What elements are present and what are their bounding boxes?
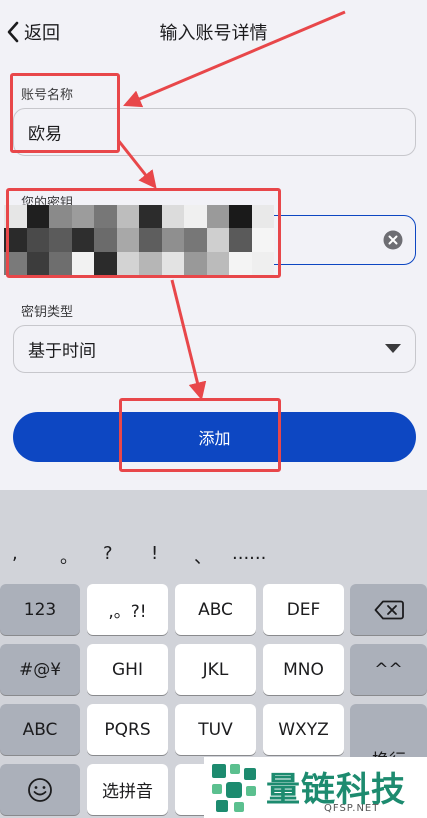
account-name-label: 账号名称 [21,88,74,103]
mosaic-tile [161,251,184,275]
watermark-site: QFSP.NET [324,803,380,814]
account-name-field[interactable]: 欧易 [13,108,416,156]
mosaic-tile [139,228,162,252]
mosaic-tile [26,205,49,229]
candidate-5[interactable]: ...... [232,543,266,564]
mosaic-tile [49,228,72,252]
mosaic-tile [229,228,252,252]
key-punct[interactable]: ,。?! [87,584,168,635]
candidate-2[interactable]: ? [103,543,113,564]
key-123[interactable]: 123 [0,584,80,635]
mosaic-tile [4,228,27,252]
clear-icon[interactable] [383,230,403,250]
key-mno[interactable]: MNO [263,644,344,695]
key-type-value: 基于时间 [28,341,96,362]
mosaic-tile [251,205,274,229]
mosaic-tile [161,228,184,252]
mosaic-tile [116,251,139,275]
mosaic-tile [4,205,27,229]
mosaic-tile [229,251,252,275]
mosaic-tile [206,205,229,229]
key-abc-mode[interactable]: ABC [0,704,80,755]
key-pqrs[interactable]: PQRS [87,704,168,755]
key-emoticon[interactable]: ^^ [350,644,427,695]
watermark-logo-icon [212,764,256,812]
candidate-0[interactable]: , [12,543,18,564]
mosaic-tile [116,205,139,229]
key-type-label: 密钥类型 [21,305,74,320]
mosaic-tile [184,205,207,229]
account-name-value: 欧易 [28,124,62,145]
key-ghi[interactable]: GHI [87,644,168,695]
page-title: 输入账号详情 [159,23,268,44]
dropdown-triangle-icon [385,344,401,353]
mosaic-tile [139,205,162,229]
key-tuv[interactable]: TUV [175,704,256,755]
mosaic-tile [206,228,229,252]
mosaic-tile [49,205,72,229]
emoji-icon [28,777,52,802]
mosaic-tile [94,228,117,252]
add-button[interactable]: 添加 [13,412,416,462]
key-type-select[interactable]: 基于时间 [13,325,416,373]
mosaic-tile [251,251,274,275]
candidate-4[interactable]: 、 [194,543,212,569]
key-emoji[interactable] [0,764,80,815]
key-delete[interactable] [350,584,427,635]
mosaic-tile [71,251,94,275]
mosaic-tile [94,251,117,275]
key-jkl[interactable]: JKL [175,644,256,695]
key-abc[interactable]: ABC [175,584,256,635]
mosaic-tile [116,228,139,252]
mosaic-tile [206,251,229,275]
key-pinyin-select[interactable]: 选拼音 [87,764,168,815]
mosaic-tile [4,251,27,275]
key-def[interactable]: DEF [263,584,344,635]
key-wxyz[interactable]: WXYZ [263,704,344,755]
mosaic-tile [94,205,117,229]
mosaic-tile [139,251,162,275]
mosaic-tile [229,205,252,229]
mosaic-tile [161,205,184,229]
mosaic-tile [184,251,207,275]
mosaic-tile [49,251,72,275]
secret-key-mosaic [4,205,274,275]
mosaic-tile [184,228,207,252]
candidate-1[interactable]: 。 [60,543,78,569]
mosaic-tile [26,251,49,275]
key-symbols[interactable]: #@¥ [0,644,80,695]
mosaic-tile [71,205,94,229]
candidate-3[interactable]: ! [151,543,158,564]
navigation-bar: 返回 输入账号详情 [0,0,427,62]
mosaic-tile [251,228,274,252]
mosaic-tile [71,228,94,252]
delete-icon [374,600,404,619]
mosaic-tile [26,228,49,252]
